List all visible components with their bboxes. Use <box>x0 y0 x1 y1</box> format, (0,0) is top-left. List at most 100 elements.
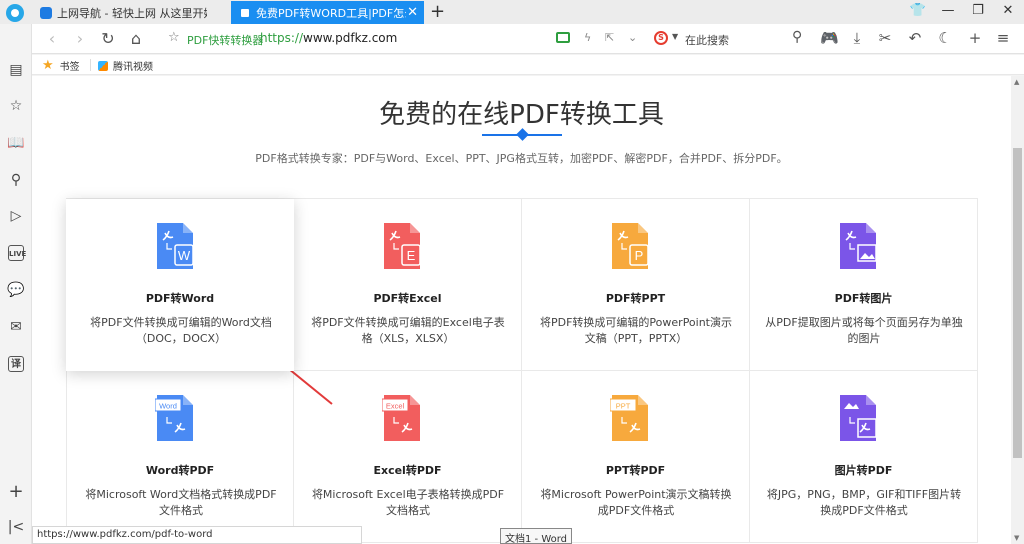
page-title: 免费的在线PDF转换工具 <box>379 100 664 130</box>
vertical-scrollbar[interactable]: ▲ ▼ <box>1011 76 1024 544</box>
bookmark-label: 书签 <box>59 62 80 73</box>
tool-card[interactable]: PPT PPT转PDF 将Microsoft PowerPoint演示文稿转换成PD… <box>522 371 750 543</box>
tool-card[interactable]: PDF转图片从PDF提取图片或将每个页面另存为单独的图片 <box>750 199 978 371</box>
url-protocol: https:// <box>260 31 304 45</box>
browser-logo-icon[interactable] <box>6 4 24 22</box>
tool-description: 从PDF提取图片或将每个页面另存为单独的图片 <box>765 316 963 345</box>
tool-card[interactable]: 图片转PDF 将JPG，PNG，BMP，GIF和TIFF图片转换成PDF文件格式 <box>750 371 978 543</box>
chat-icon[interactable]: 💬 <box>6 280 26 300</box>
scroll-down-icon[interactable]: ▼ <box>1014 534 1019 542</box>
bookmark-item[interactable]: ★ 书签 <box>42 58 80 73</box>
minimize-icon[interactable]: — <box>938 3 958 18</box>
svg-text:E: E <box>407 248 416 263</box>
star-icon: ★ <box>42 58 54 73</box>
svg-text:W: W <box>178 248 191 263</box>
engine-dropdown-icon[interactable]: ▼ <box>672 32 678 41</box>
chevron-down-icon[interactable]: ⌄ <box>628 31 637 44</box>
tool-description: 将JPG，PNG，BMP，GIF和TIFF图片转换成PDF文件格式 <box>766 488 962 517</box>
lightning-icon[interactable]: ϟ <box>584 31 591 44</box>
tool-card[interactable]: P PDF转PPT 将PDF转换成可编辑的PowerPoint演示文稿（PPT，PP… <box>522 199 750 371</box>
back-icon[interactable]: ‹ <box>42 29 62 48</box>
site-name-label: PDF快转转换器 <box>187 34 264 47</box>
translate-icon[interactable]: 译 <box>8 356 24 372</box>
night-mode-icon[interactable]: ☾ <box>936 29 954 47</box>
status-url-bar: https://www.pdfkz.com/pdf-to-word <box>32 526 362 544</box>
tab-close-icon[interactable]: ✕ <box>407 5 418 20</box>
book-icon[interactable]: 📖 <box>6 133 26 153</box>
video-icon[interactable]: ▷ <box>6 206 26 226</box>
bookmark-star-icon[interactable]: ☆ <box>168 30 180 45</box>
search-input[interactable]: 在此搜索 <box>685 32 729 48</box>
forward-icon[interactable]: › <box>70 29 90 48</box>
scissors-icon[interactable]: ✂ <box>876 29 894 47</box>
file-convert-icon: P <box>612 223 649 269</box>
page-subtitle: PDF格式转换专家：PDF与Word、Excel、PPT、JPG格式互转，加密P… <box>255 152 788 165</box>
search-icon[interactable]: ⚲ <box>6 170 26 190</box>
tool-description: 将Microsoft Word文档格式转换成PDF文件格式 <box>85 488 277 517</box>
file-convert-icon: Word <box>155 395 193 441</box>
browser-window: 上网导航 - 轻快上网 从这里开始 免费PDF转WORD工具|PDF怎么转换 ✕… <box>0 0 1024 544</box>
tool-card[interactable]: Excel Excel转PDF 将Microsoft Excel电子表格转换成PDF… <box>294 371 522 543</box>
file-convert-icon <box>840 395 877 441</box>
live-icon[interactable]: LIVE <box>8 245 26 261</box>
tool-description: 将Microsoft Excel电子表格转换成PDF文档格式 <box>311 488 505 517</box>
news-icon[interactable]: ▤ <box>6 60 26 80</box>
tool-name: PDF转图片 <box>834 292 893 305</box>
home-icon[interactable]: ⌂ <box>126 29 146 48</box>
tool-name: Word转PDF <box>145 464 215 477</box>
add-icon[interactable]: + <box>6 482 26 502</box>
mail-icon[interactable]: ✉ <box>6 317 26 337</box>
tab-navigation[interactable]: 上网导航 - 轻快上网 从这里开始 <box>32 1 228 24</box>
tool-description: 将Microsoft PowerPoint演示文稿转换成PDF文件格式 <box>540 488 732 517</box>
page-content: 免费的在线PDF转换工具 PDF格式转换专家：PDF与Word、Excel、PP… <box>32 76 1011 544</box>
download-icon[interactable]: ⤓ <box>848 29 866 47</box>
file-convert-icon: E <box>384 223 421 269</box>
left-sidebar: ▤ ☆ 📖 ⚲ ▷ LIVE 💬 ✉ 译 + |< <box>0 24 32 544</box>
tool-name: PDF转Word <box>145 292 215 305</box>
tool-grid: W PDF转Word 将PDF文件转换成可编辑的Word文档（DOC，DOCX） E P… <box>66 198 978 543</box>
new-tab-icon[interactable]: + <box>430 1 445 22</box>
share-icon[interactable]: ⇱ <box>605 31 614 44</box>
game-controller-icon[interactable]: 🎮 <box>820 29 839 47</box>
file-convert-icon: PPT <box>610 395 648 441</box>
tab-strip: 上网导航 - 轻快上网 从这里开始 免费PDF转WORD工具|PDF怎么转换 ✕… <box>0 0 1024 24</box>
extensions-plus-icon[interactable]: + <box>966 29 984 47</box>
menu-icon[interactable]: ≡ <box>994 29 1012 47</box>
tencent-video-icon <box>98 60 108 71</box>
search-icon[interactable]: ⚲ <box>792 29 802 45</box>
cloud-icon <box>239 6 251 19</box>
bookmark-item[interactable]: 腾讯视频 <box>98 58 153 73</box>
collapse-sidebar-icon[interactable]: |< <box>6 517 26 537</box>
taskbar-tooltip: 文档1 - Word <box>500 528 573 544</box>
navigation-bar: ‹ › ↻ ⌂ ☆ PDF快转转换器 https://www.pdfkz.com… <box>32 24 1024 54</box>
file-convert-icon <box>840 223 877 269</box>
tab-title: 免费PDF转WORD工具|PDF怎么转换 <box>256 6 406 20</box>
tool-card[interactable]: W PDF转Word 将PDF文件转换成可编辑的Word文档（DOC，DOCX） <box>66 199 294 371</box>
sogou-s-icon[interactable]: S <box>654 31 668 45</box>
bookmarks-bar: ★ 书签 腾讯视频 <box>32 55 1024 75</box>
address-bar[interactable]: https://www.pdfkz.com <box>260 31 397 45</box>
ie-e-icon <box>40 6 52 19</box>
scroll-thumb[interactable] <box>1013 148 1022 458</box>
divider <box>90 59 91 71</box>
tool-card[interactable]: Word Word转PDF 将Microsoft Word文档格式转换成PDF文件格… <box>66 371 294 543</box>
shirt-skin-icon[interactable]: 👕 <box>908 3 928 18</box>
close-window-icon[interactable]: ✕ <box>998 3 1018 18</box>
tool-description: 将PDF文件转换成可编辑的Word文档（DOC，DOCX） <box>90 316 272 345</box>
scroll-up-icon[interactable]: ▲ <box>1014 78 1019 86</box>
tab-pdf-converter[interactable]: 免费PDF转WORD工具|PDF怎么转换 ✕ <box>231 1 424 24</box>
restore-icon[interactable]: ❐ <box>968 3 988 18</box>
url-host: www.pdfkz.com <box>303 31 398 45</box>
svg-text:Word: Word <box>159 402 177 411</box>
tool-description: 将PDF转换成可编辑的PowerPoint演示文稿（PPT，PPTX） <box>540 316 732 345</box>
file-convert-icon: Excel <box>382 395 420 441</box>
reader-mode-icon[interactable] <box>556 32 570 43</box>
tool-description: 将PDF文件转换成可编辑的Excel电子表格（XLS，XLSX） <box>311 316 505 345</box>
tool-card[interactable]: E PDF转Excel 将PDF文件转换成可编辑的Excel电子表格（XLS，XLS… <box>294 199 522 371</box>
tool-name: 图片转PDF <box>834 464 893 477</box>
tool-name: PPT转PDF <box>605 464 666 477</box>
refresh-icon[interactable]: ↻ <box>98 29 118 48</box>
favorites-star-icon[interactable]: ☆ <box>6 96 26 116</box>
tool-name: Excel转PDF <box>373 464 442 477</box>
undo-close-icon[interactable]: ↶ <box>906 29 924 47</box>
